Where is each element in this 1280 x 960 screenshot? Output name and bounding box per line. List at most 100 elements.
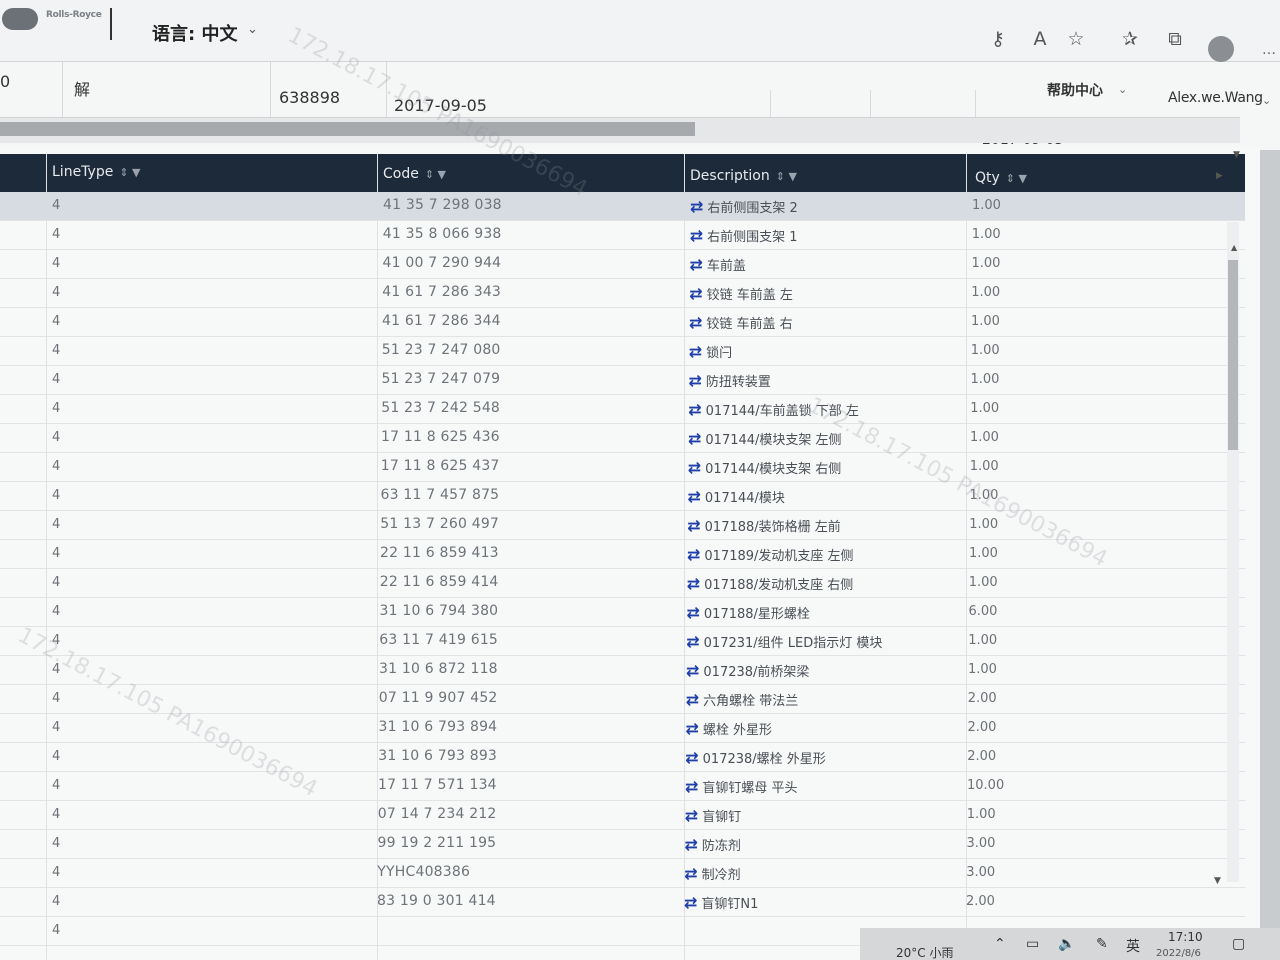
language-selector[interactable]: 语言: 中文 bbox=[152, 20, 237, 46]
swap-arrows-icon[interactable]: ⇄ bbox=[686, 661, 699, 680]
network-icon[interactable]: ▭ bbox=[1026, 936, 1039, 952]
swap-arrows-icon[interactable]: ⇄ bbox=[689, 342, 702, 361]
swap-arrows-icon[interactable]: ⇄ bbox=[687, 545, 700, 564]
column-header-qty[interactable]: Qty ⇕ ▼ bbox=[975, 170, 1027, 186]
swap-arrows-icon[interactable]: ⇄ bbox=[687, 603, 700, 622]
scroll-up-arrow-icon[interactable]: ▲ bbox=[1231, 243, 1237, 252]
column-header-description[interactable]: Description ⇕ ▼ bbox=[690, 168, 797, 184]
table-row[interactable]: 4 99 19 2 211 195 ⇄ 防冻剂 3.00 bbox=[0, 830, 1245, 859]
scroll-right-arrow-icon[interactable]: ▶ bbox=[1216, 171, 1223, 181]
user-menu[interactable]: Alex.we.Wang bbox=[1168, 90, 1263, 106]
swap-arrows-icon[interactable]: ⇄ bbox=[690, 255, 703, 274]
table-row[interactable]: 4 63 11 7 419 615 ⇄ 017231/组件 LED指示灯 模块 1.00 bbox=[0, 627, 1245, 656]
swap-arrows-icon[interactable]: ⇄ bbox=[689, 284, 702, 303]
table-row[interactable]: 4 17 11 8 625 437 ⇄ 017144/模块支架 右侧 1.00 bbox=[0, 453, 1245, 482]
table-row[interactable]: 4 31 10 6 872 118 ⇄ 017238/前桥架梁 1.00 bbox=[0, 656, 1245, 685]
swap-arrows-icon[interactable]: ⇄ bbox=[689, 371, 702, 390]
collections-icon[interactable]: ⧉ bbox=[1163, 28, 1187, 50]
sort-filter-icon[interactable]: ⇕ ▼ bbox=[1006, 172, 1027, 185]
key-icon[interactable]: ⚷ bbox=[986, 28, 1010, 50]
swap-arrows-icon[interactable]: ⇄ bbox=[685, 748, 698, 767]
table-row[interactable]: 4 51 23 7 247 080 ⇄ 锁闩 1.00 bbox=[0, 337, 1245, 366]
table-row[interactable]: 4 31 10 6 794 380 ⇄ 017188/星形螺栓 6.00 bbox=[0, 598, 1245, 627]
table-header: LineType ⇕ ▼ Code ⇕ ▼ Description ⇕ ▼ Qty ⇕ … bbox=[0, 154, 1245, 192]
ime-indicator[interactable]: 英 bbox=[1126, 936, 1140, 956]
table-row[interactable]: 4 07 11 9 907 452 ⇄ 六角螺栓 带法兰 2.00 bbox=[0, 685, 1245, 714]
table-row[interactable]: 4 41 35 8 066 938 ⇄ 右前侧围支架 1 1.00 bbox=[0, 221, 1245, 250]
swap-arrows-icon[interactable]: ⇄ bbox=[686, 632, 699, 651]
swap-arrows-icon[interactable]: ⇄ bbox=[690, 197, 703, 216]
cell-description: ⇄ 017144/车前盖锁 下部 左 bbox=[688, 400, 859, 419]
column-header-linetype[interactable]: LineType ⇕ ▼ bbox=[52, 164, 141, 180]
swap-arrows-icon[interactable]: ⇄ bbox=[685, 806, 698, 825]
table-row[interactable]: 4 63 11 7 457 875 ⇄ 017144/模块 1.00 bbox=[0, 482, 1245, 511]
table-row[interactable]: 4 41 35 7 298 038 ⇄ 右前侧围支架 2 1.00 bbox=[0, 192, 1245, 221]
table-row[interactable]: 4 41 61 7 286 344 ⇄ 铰链 车前盖 右 1.00 bbox=[0, 308, 1245, 337]
profile-icon[interactable] bbox=[1208, 36, 1234, 62]
brand-wordmark: Rolls-Royce bbox=[46, 10, 102, 20]
volume-icon[interactable]: 🔈 bbox=[1058, 936, 1075, 952]
cell-description: ⇄ 017188/装饰格栅 左前 bbox=[687, 516, 841, 535]
cell-code: 41 35 8 066 938 bbox=[382, 226, 502, 242]
chevron-down-icon[interactable]: ⌄ bbox=[247, 22, 258, 37]
swap-arrows-icon[interactable]: ⇄ bbox=[686, 719, 699, 738]
table-row[interactable]: 4 83 19 0 301 414 ⇄ 盲铆钉N1 2.00 bbox=[0, 888, 1245, 917]
notification-icon[interactable]: ▢ bbox=[1232, 936, 1245, 952]
taskbar-clock[interactable]: 17:10 bbox=[1168, 930, 1203, 944]
swap-arrows-icon[interactable]: ⇄ bbox=[688, 400, 701, 419]
chevron-down-icon[interactable]: ⌄ bbox=[1118, 83, 1127, 96]
chevron-down-icon[interactable]: ⌄ bbox=[1262, 94, 1271, 107]
table-row[interactable]: 4 YYHC408386 ⇄ 制冷剂 3.00 bbox=[0, 859, 1245, 888]
more-icon[interactable]: … bbox=[1262, 42, 1276, 58]
swap-arrows-icon[interactable]: ⇄ bbox=[690, 226, 703, 245]
chevron-up-icon[interactable]: ⌃ bbox=[994, 936, 1006, 952]
swap-arrows-icon[interactable]: ⇄ bbox=[685, 777, 698, 796]
swap-arrows-icon[interactable]: ⇄ bbox=[684, 893, 697, 912]
table-row[interactable]: 4 41 00 7 290 944 ⇄ 车前盖 1.00 bbox=[0, 250, 1245, 279]
scroll-down-small-icon[interactable]: ▼ bbox=[1233, 150, 1240, 160]
cell-description: ⇄ 盲铆钉 bbox=[685, 806, 741, 825]
swap-arrows-icon[interactable]: ⇄ bbox=[688, 429, 701, 448]
upper-column-divider bbox=[386, 62, 387, 118]
table-row[interactable]: 4 22 11 6 859 414 ⇄ 017188/发动机支座 右侧 1.00 bbox=[0, 569, 1245, 598]
swap-arrows-icon[interactable]: ⇄ bbox=[685, 835, 698, 854]
swap-arrows-icon[interactable]: ⇄ bbox=[686, 690, 699, 709]
help-center-menu[interactable]: 帮助中心 bbox=[1047, 80, 1103, 100]
cell-linetype: 4 bbox=[52, 604, 61, 619]
swap-arrows-icon[interactable]: ⇄ bbox=[687, 574, 700, 593]
cell-description: ⇄ 017189/发动机支座 左侧 bbox=[687, 545, 854, 564]
table-row[interactable]: 4 41 61 7 286 343 ⇄ 铰链 车前盖 左 1.00 bbox=[0, 279, 1245, 308]
table-row[interactable]: 4 31 10 6 793 894 ⇄ 螺栓 外星形 2.00 bbox=[0, 714, 1245, 743]
swap-arrows-icon[interactable]: ⇄ bbox=[684, 864, 697, 883]
swap-arrows-icon[interactable]: ⇄ bbox=[688, 487, 701, 506]
table-row[interactable]: 4 17 11 8 625 436 ⇄ 017144/模块支架 左侧 1.00 bbox=[0, 424, 1245, 453]
read-aloud-icon[interactable]: A bbox=[1028, 28, 1052, 50]
pen-icon[interactable]: ✎ bbox=[1096, 936, 1108, 952]
description-text: 铰链 车前盖 左 bbox=[706, 288, 793, 303]
table-row[interactable]: 4 07 14 7 234 212 ⇄ 盲铆钉 1.00 bbox=[0, 801, 1245, 830]
weather-widget[interactable]: 20°C 小雨 bbox=[896, 944, 953, 960]
scroll-down-arrow-icon[interactable]: ▼ bbox=[1214, 876, 1221, 886]
table-row[interactable]: 4 22 11 6 859 413 ⇄ 017189/发动机支座 左侧 1.00 bbox=[0, 540, 1245, 569]
horizontal-scrollbar-thumb[interactable] bbox=[0, 122, 695, 136]
swap-arrows-icon[interactable]: ⇄ bbox=[688, 458, 701, 477]
table-row[interactable]: 4 51 23 7 242 548 ⇄ 017144/车前盖锁 下部 左 1.00 bbox=[0, 395, 1245, 424]
cell-code: 51 13 7 260 497 bbox=[380, 516, 500, 532]
favorites-icon[interactable]: ✰ bbox=[1118, 28, 1142, 50]
swap-arrows-icon[interactable]: ⇄ bbox=[689, 313, 702, 332]
table-row[interactable]: 4 17 11 7 571 134 ⇄ 盲铆钉螺母 平头 10.00 bbox=[0, 772, 1245, 801]
table-row[interactable]: 4 31 10 6 793 893 ⇄ 017238/螺栓 外星形 2.00 bbox=[0, 743, 1245, 772]
vertical-scrollbar-thumb[interactable] bbox=[1228, 260, 1238, 450]
table-row[interactable]: 4 51 23 7 247 079 ⇄ 防扭转装置 1.00 bbox=[0, 366, 1245, 395]
table-row[interactable]: 4 51 13 7 260 497 ⇄ 017188/装饰格栅 左前 1.00 bbox=[0, 511, 1245, 540]
sort-filter-icon[interactable]: ⇕ ▼ bbox=[119, 166, 140, 179]
cell-linetype: 4 bbox=[52, 285, 61, 300]
taskbar-date[interactable]: 2022/8/6 bbox=[1156, 948, 1201, 959]
sort-filter-icon[interactable]: ⇕ ▼ bbox=[425, 168, 446, 181]
sort-filter-icon[interactable]: ⇕ ▼ bbox=[776, 170, 797, 183]
column-header-code[interactable]: Code ⇕ ▼ bbox=[383, 166, 446, 182]
swap-arrows-icon[interactable]: ⇄ bbox=[687, 516, 700, 535]
favorite-add-icon[interactable]: ☆ bbox=[1064, 28, 1088, 50]
cell-linetype: 4 bbox=[52, 227, 61, 242]
app-header: Rolls-Royce 语言: 中文 ⌄ ⚷ A ☆ ✰ ⧉ … bbox=[0, 0, 1280, 62]
